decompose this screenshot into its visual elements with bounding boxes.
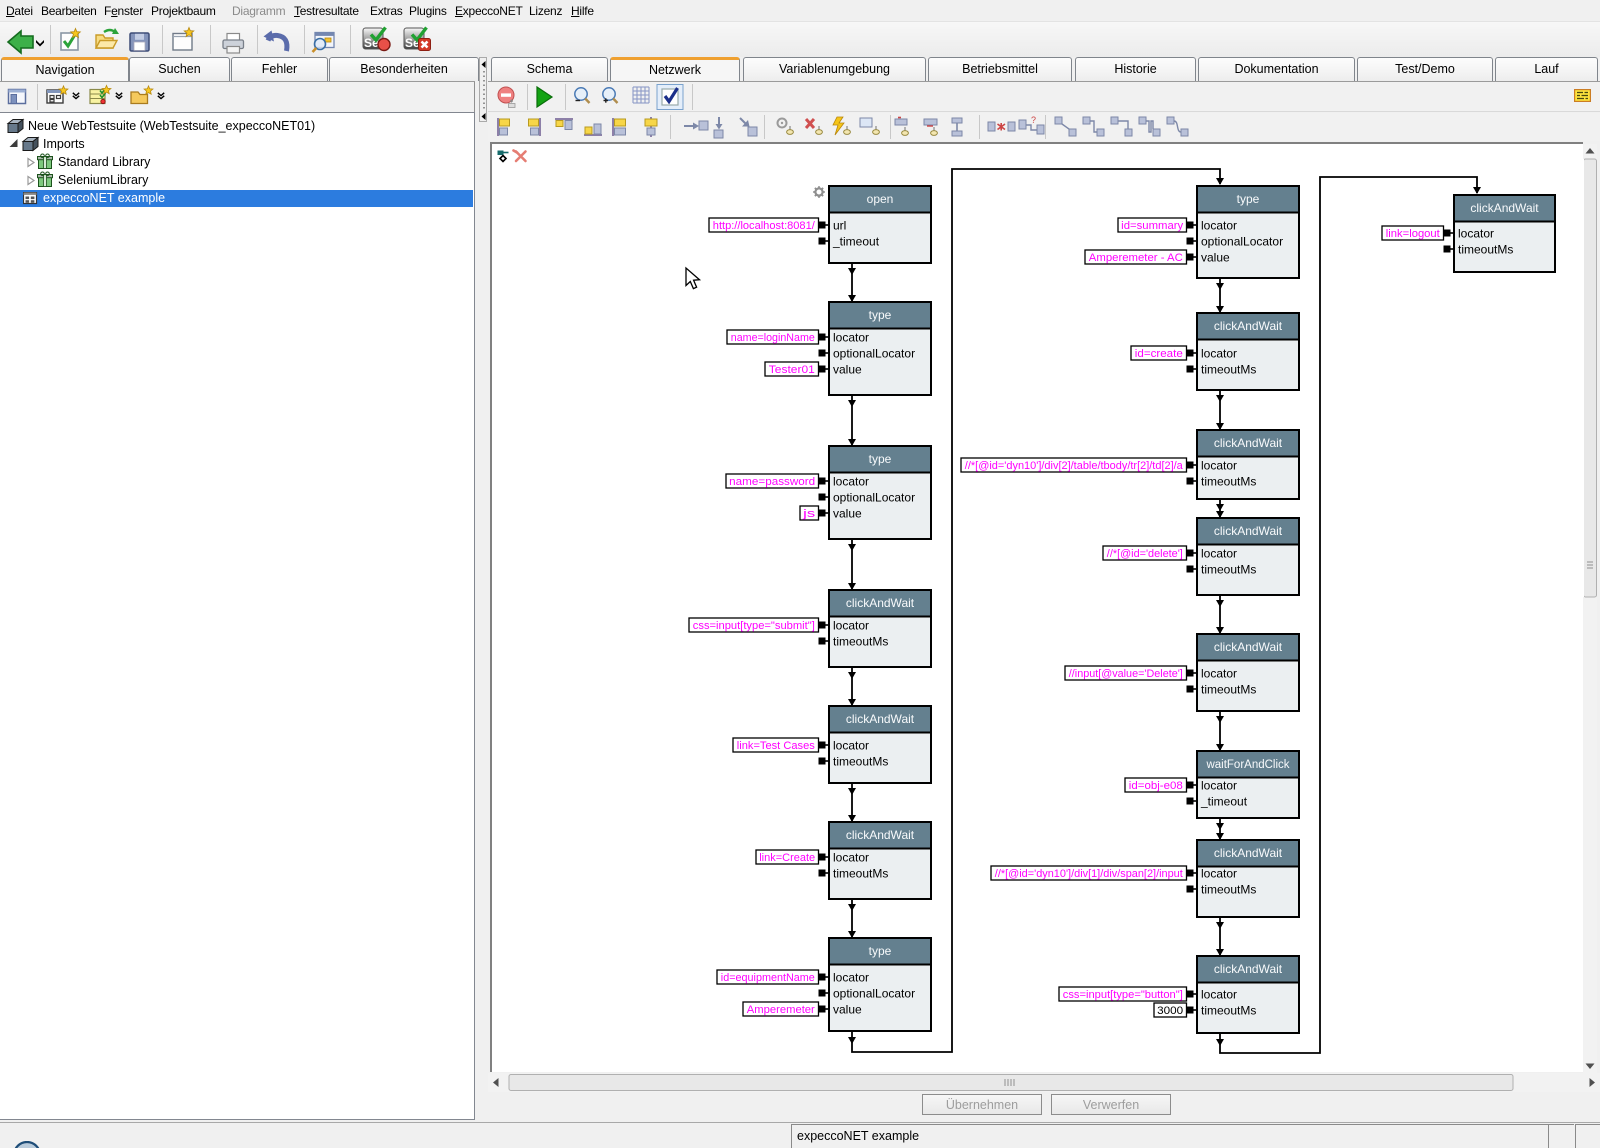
svg-text:clickAndWait: clickAndWait — [1214, 436, 1283, 450]
svg-text:link=Test Cases: link=Test Cases — [737, 740, 815, 752]
svg-text:locator: locator — [1201, 867, 1237, 881]
svg-text:_timeout: _timeout — [1200, 795, 1248, 809]
svg-text://*[@id='dyn10']/div[1]/div/sp: //*[@id='dyn10']/div[1]/div/span[2]/inpu… — [995, 868, 1183, 880]
svg-text://input[@value='Delete']: //input[@value='Delete'] — [1069, 668, 1183, 680]
svg-text:clickAndWait: clickAndWait — [846, 712, 915, 726]
svg-text:value: value — [1201, 251, 1230, 265]
svg-text:css=input[type="button"]: css=input[type="button"] — [1063, 989, 1183, 1001]
svg-text:value: value — [833, 507, 862, 521]
svg-text:id=create: id=create — [1135, 348, 1183, 360]
svg-text:locator: locator — [833, 475, 869, 489]
svg-text:name=password: name=password — [729, 476, 815, 488]
svg-text:locator: locator — [1458, 227, 1494, 241]
svg-text:clickAndWait: clickAndWait — [1214, 524, 1283, 538]
svg-text:name=loginName: name=loginName — [731, 332, 815, 344]
svg-text:link=Create: link=Create — [759, 852, 815, 864]
svg-text:optionalLocator: optionalLocator — [833, 491, 915, 505]
svg-text:clickAndWait: clickAndWait — [1214, 319, 1283, 333]
svg-text:css=input[type="submit"]: css=input[type="submit"] — [693, 620, 815, 632]
svg-text:locator: locator — [1201, 459, 1237, 473]
svg-text:?: ? — [1031, 115, 1036, 125]
svg-text:locator: locator — [1201, 667, 1237, 681]
svg-text:id=summary: id=summary — [1121, 220, 1184, 232]
svg-text:value: value — [833, 363, 862, 377]
svg-text:clickAndWait: clickAndWait — [1470, 201, 1539, 215]
svg-text:locator: locator — [1201, 988, 1237, 1002]
svg-text:js: js — [802, 508, 816, 520]
svg-text:timeoutMs: timeoutMs — [1201, 683, 1256, 697]
svg-text:timeoutMs: timeoutMs — [1201, 563, 1256, 577]
svg-text:locator: locator — [1201, 219, 1237, 233]
svg-text:timeoutMs: timeoutMs — [1201, 475, 1256, 489]
svg-text:id=obj-e08: id=obj-e08 — [1129, 780, 1183, 792]
svg-text:clickAndWait: clickAndWait — [1214, 640, 1283, 654]
svg-text:3000: 3000 — [1157, 1005, 1183, 1017]
svg-text:timeoutMs: timeoutMs — [1201, 363, 1256, 377]
svg-text:http://localhost:8081/: http://localhost:8081/ — [713, 220, 816, 232]
svg-text:locator: locator — [833, 619, 869, 633]
svg-text:optionalLocator: optionalLocator — [833, 347, 915, 361]
svg-text:_timeout: _timeout — [832, 235, 880, 249]
svg-text:timeoutMs: timeoutMs — [833, 635, 888, 649]
svg-text:clickAndWait: clickAndWait — [846, 596, 915, 610]
svg-text:timeoutMs: timeoutMs — [833, 867, 888, 881]
svg-text:timeoutMs: timeoutMs — [1201, 1004, 1256, 1018]
svg-text:clickAndWait: clickAndWait — [1214, 846, 1283, 860]
svg-text:link=logout: link=logout — [1386, 228, 1440, 240]
svg-text:locator: locator — [1201, 547, 1237, 561]
svg-text:locator: locator — [833, 851, 869, 865]
svg-text:Amperemeter: Amperemeter — [747, 1004, 815, 1016]
svg-text:locator: locator — [1201, 347, 1237, 361]
svg-text:open: open — [867, 192, 894, 206]
svg-text:timeoutMs: timeoutMs — [1458, 243, 1513, 257]
svg-text:type: type — [869, 944, 892, 958]
svg-text:locator: locator — [1201, 779, 1237, 793]
svg-text://*[@id='delete']: //*[@id='delete'] — [1107, 548, 1183, 560]
svg-text:clickAndWait: clickAndWait — [1214, 962, 1283, 976]
svg-text:Tester01: Tester01 — [769, 364, 815, 376]
svg-text:type: type — [869, 452, 892, 466]
svg-text:optionalLocator: optionalLocator — [1201, 235, 1283, 249]
svg-text:type: type — [1237, 192, 1260, 206]
svg-text:locator: locator — [833, 739, 869, 753]
svg-text:id=equipmentName: id=equipmentName — [721, 972, 815, 984]
svg-text:timeoutMs: timeoutMs — [1201, 883, 1256, 897]
svg-text:locator: locator — [833, 971, 869, 985]
svg-text:Amperemeter - AC: Amperemeter - AC — [1089, 252, 1183, 264]
svg-text://*[@id='dyn10']/div[2]/table/: //*[@id='dyn10']/div[2]/table/tbody/tr[2… — [965, 460, 1184, 472]
svg-text:locator: locator — [833, 331, 869, 345]
svg-text:optionalLocator: optionalLocator — [833, 987, 915, 1001]
svg-text:timeoutMs: timeoutMs — [833, 755, 888, 769]
svg-text:value: value — [833, 1003, 862, 1017]
svg-text:url: url — [833, 219, 846, 233]
svg-text:type: type — [869, 308, 892, 322]
svg-text:waitForAndClick: waitForAndClick — [1205, 759, 1289, 771]
svg-text:clickAndWait: clickAndWait — [846, 828, 915, 842]
